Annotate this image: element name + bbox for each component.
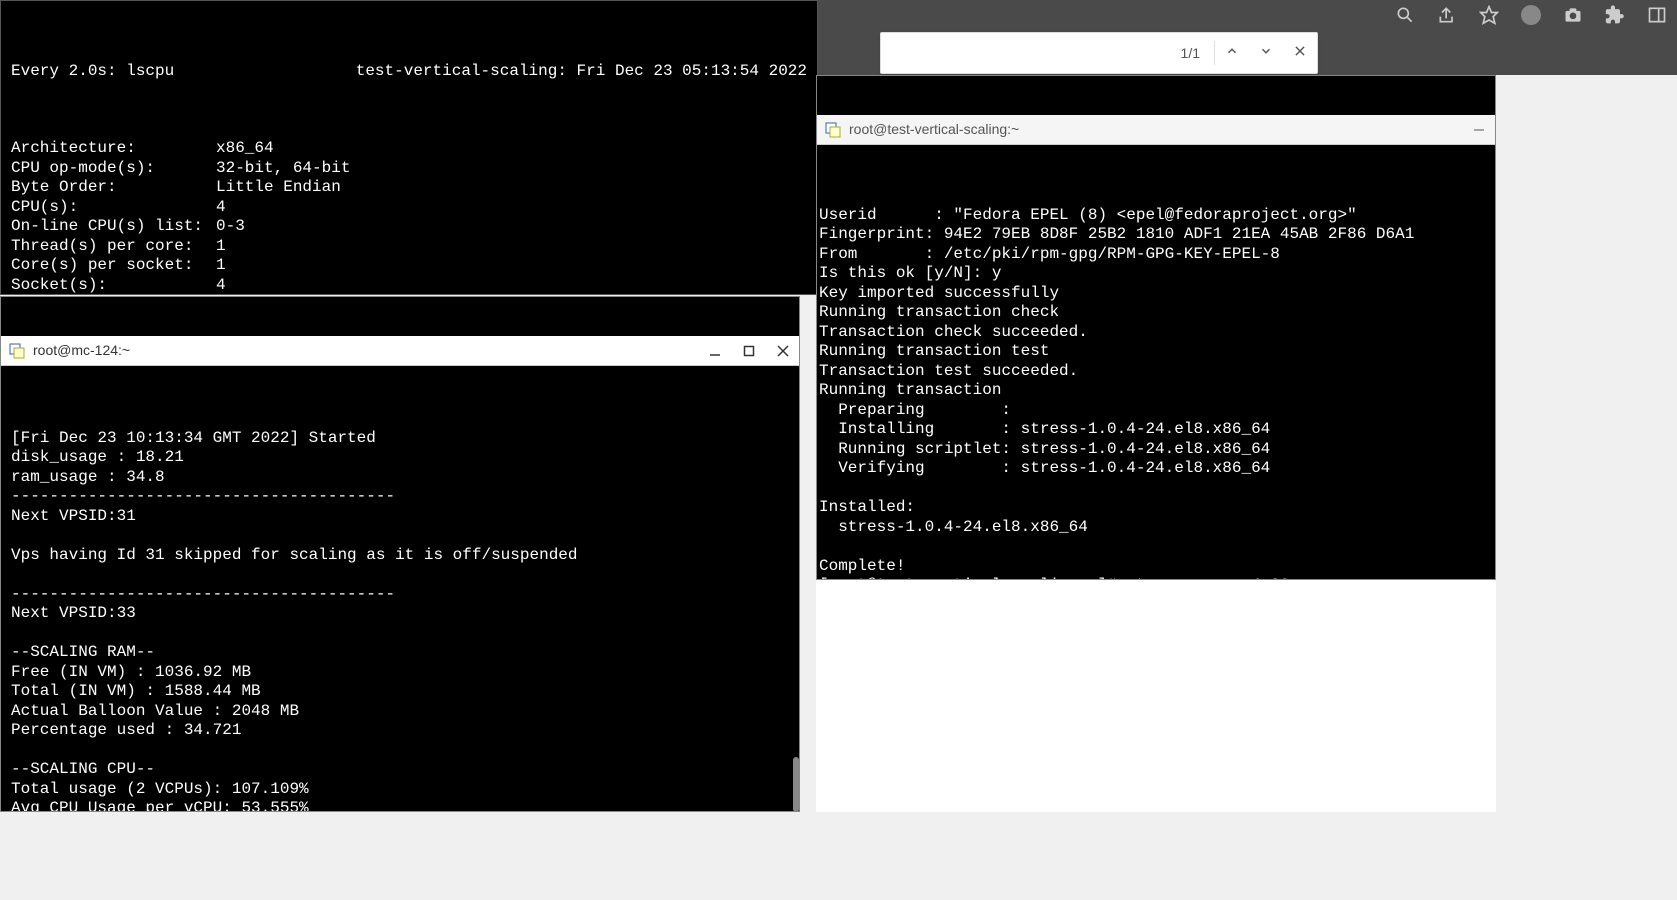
star-icon[interactable]	[1479, 5, 1499, 25]
terminal-line: ram_usage : 34.8	[11, 468, 789, 488]
lscpu-key: Socket(s):	[11, 276, 216, 296]
page-blank-area	[816, 580, 1496, 812]
maximize-button[interactable]	[741, 343, 757, 359]
camera-icon[interactable]	[1563, 5, 1583, 25]
find-in-page-bar: 1/1	[880, 32, 1318, 74]
terminal-line: Vps having Id 31 skipped for scaling as …	[11, 546, 789, 566]
lscpu-key: Architecture:	[11, 139, 216, 159]
terminal-line: --SCALING RAM--	[11, 643, 789, 663]
lscpu-key: Core(s) per socket:	[11, 256, 216, 276]
terminal-line: Preparing :	[819, 401, 1495, 421]
minimize-button[interactable]	[1471, 122, 1487, 138]
terminal-line: ----------------------------------------	[11, 487, 789, 507]
terminal-line	[819, 479, 1495, 499]
terminal-line: Running transaction test	[819, 342, 1495, 362]
lscpu-key: CPU(s):	[11, 198, 216, 218]
terminal-line	[11, 741, 789, 761]
lscpu-key: CPU op-mode(s):	[11, 159, 216, 179]
terminal-line: Percentage used : 34.721	[11, 721, 789, 741]
browser-toolbar	[1395, 5, 1667, 25]
terminal-line: Userid : "Fedora EPEL (8) <epel@fedorapr…	[819, 206, 1495, 226]
terminal-line	[11, 526, 789, 546]
extensions-icon[interactable]	[1605, 5, 1625, 25]
terminal-line: Avg CPU Usage per vCPU: 53.555%	[11, 799, 789, 812]
lscpu-row: Byte Order:Little Endian	[11, 178, 807, 198]
lscpu-row: CPU op-mode(s):32-bit, 64-bit	[11, 159, 807, 179]
terminal-line: [root@test-vertical-scaling ~]# stress -…	[819, 576, 1495, 580]
terminal-line	[11, 565, 789, 585]
titlebar: root@mc-124:~	[1, 336, 799, 366]
window-title: root@mc-124:~	[33, 341, 707, 361]
terminal-output: Userid : "Fedora EPEL (8) <epel@fedorapr…	[817, 184, 1495, 580]
find-prev-button[interactable]	[1215, 44, 1249, 63]
find-close-button[interactable]	[1283, 44, 1317, 63]
titlebar: root@test-vertical-scaling:~	[817, 115, 1495, 145]
terminal-line: Actual Balloon Value : 2048 MB	[11, 702, 789, 722]
panel-icon[interactable]	[1647, 5, 1667, 25]
terminal-line: Installed:	[819, 498, 1495, 518]
lscpu-value: 4	[216, 198, 226, 216]
lscpu-row: Core(s) per socket:1	[11, 256, 807, 276]
terminal-line: Next VPSID:33	[11, 604, 789, 624]
lscpu-value: 32-bit, 64-bit	[216, 159, 350, 177]
lscpu-value: 4	[216, 276, 226, 294]
terminal-line: Running transaction	[819, 381, 1495, 401]
terminal-line: Complete!	[819, 557, 1495, 577]
lscpu-value: 0-3	[216, 217, 245, 235]
terminal-line: Running transaction check	[819, 303, 1495, 323]
profile-icon[interactable]	[1521, 5, 1541, 25]
putty-icon	[9, 343, 25, 359]
lscpu-row: Socket(s):4	[11, 276, 807, 296]
terminal-line: Transaction test succeeded.	[819, 362, 1495, 382]
terminal-line: Free (IN VM) : 1036.92 MB	[11, 663, 789, 683]
terminal-window-mc124[interactable]: root@mc-124:~ [Fri Dec 23 10:13:34 GMT 2…	[0, 296, 800, 812]
terminal-line: Running scriptlet: stress-1.0.4-24.el8.x…	[819, 440, 1495, 460]
lscpu-value: 1	[216, 237, 226, 255]
scrollbar-thumb[interactable]	[793, 757, 799, 812]
terminal-line: Is this ok [y/N]: y	[819, 264, 1495, 284]
lscpu-value: x86_64	[216, 139, 274, 157]
putty-icon	[825, 122, 841, 138]
find-count: 1/1	[1167, 45, 1214, 61]
terminal-line: [Fri Dec 23 10:13:34 GMT 2022] Started	[11, 429, 789, 449]
window-title: root@test-vertical-scaling:~	[849, 120, 1471, 140]
lscpu-row: CPU(s):4	[11, 198, 807, 218]
terminal-output: Every 2.0s: lscputest-vertical-scaling: …	[1, 40, 817, 295]
terminal-line: Total (IN VM) : 1588.44 MB	[11, 682, 789, 702]
terminal-line: stress-1.0.4-24.el8.x86_64	[819, 518, 1495, 538]
terminal-window-vertical-scaling[interactable]: root@test-vertical-scaling:~ Userid : "F…	[816, 75, 1496, 580]
watch-host-time: test-vertical-scaling: Fri Dec 23 05:13:…	[356, 62, 807, 82]
lscpu-key: On-line CPU(s) list:	[11, 217, 216, 237]
terminal-line: Key imported successfully	[819, 284, 1495, 304]
terminal-line: From : /etc/pki/rpm-gpg/RPM-GPG-KEY-EPEL…	[819, 245, 1495, 265]
close-button[interactable]	[775, 343, 791, 359]
lscpu-key: Byte Order:	[11, 178, 216, 198]
lscpu-value: 1	[216, 256, 226, 274]
terminal-line: --SCALING CPU--	[11, 760, 789, 780]
share-icon[interactable]	[1437, 5, 1457, 25]
terminal-line: Installing : stress-1.0.4-24.el8.x86_64	[819, 420, 1495, 440]
terminal-line: ----------------------------------------	[11, 585, 789, 605]
terminal-line: Next VPSID:31	[11, 507, 789, 527]
lscpu-row: Architecture:x86_64	[11, 139, 807, 159]
terminal-line: Verifying : stress-1.0.4-24.el8.x86_64	[819, 459, 1495, 479]
lscpu-row: Thread(s) per core:1	[11, 237, 807, 257]
watch-command: Every 2.0s: lscpu	[11, 62, 356, 82]
terminal-line: Total usage (2 VCPUs): 107.109%	[11, 780, 789, 800]
find-next-button[interactable]	[1249, 44, 1283, 63]
terminal-line	[819, 537, 1495, 557]
lscpu-key: Thread(s) per core:	[11, 237, 216, 257]
terminal-line: Transaction check succeeded.	[819, 323, 1495, 343]
search-icon[interactable]	[1395, 5, 1415, 25]
terminal-line	[11, 624, 789, 644]
terminal-line: disk_usage : 18.21	[11, 448, 789, 468]
terminal-line: Fingerprint: 94E2 79EB 8D8F 25B2 1810 AD…	[819, 225, 1495, 245]
lscpu-value: Little Endian	[216, 178, 341, 196]
lscpu-row: On-line CPU(s) list:0-3	[11, 217, 807, 237]
terminal-window-lscpu[interactable]: Every 2.0s: lscputest-vertical-scaling: …	[0, 0, 818, 295]
minimize-button[interactable]	[707, 343, 723, 359]
terminal-output: [Fri Dec 23 10:13:34 GMT 2022] Starteddi…	[1, 405, 799, 812]
